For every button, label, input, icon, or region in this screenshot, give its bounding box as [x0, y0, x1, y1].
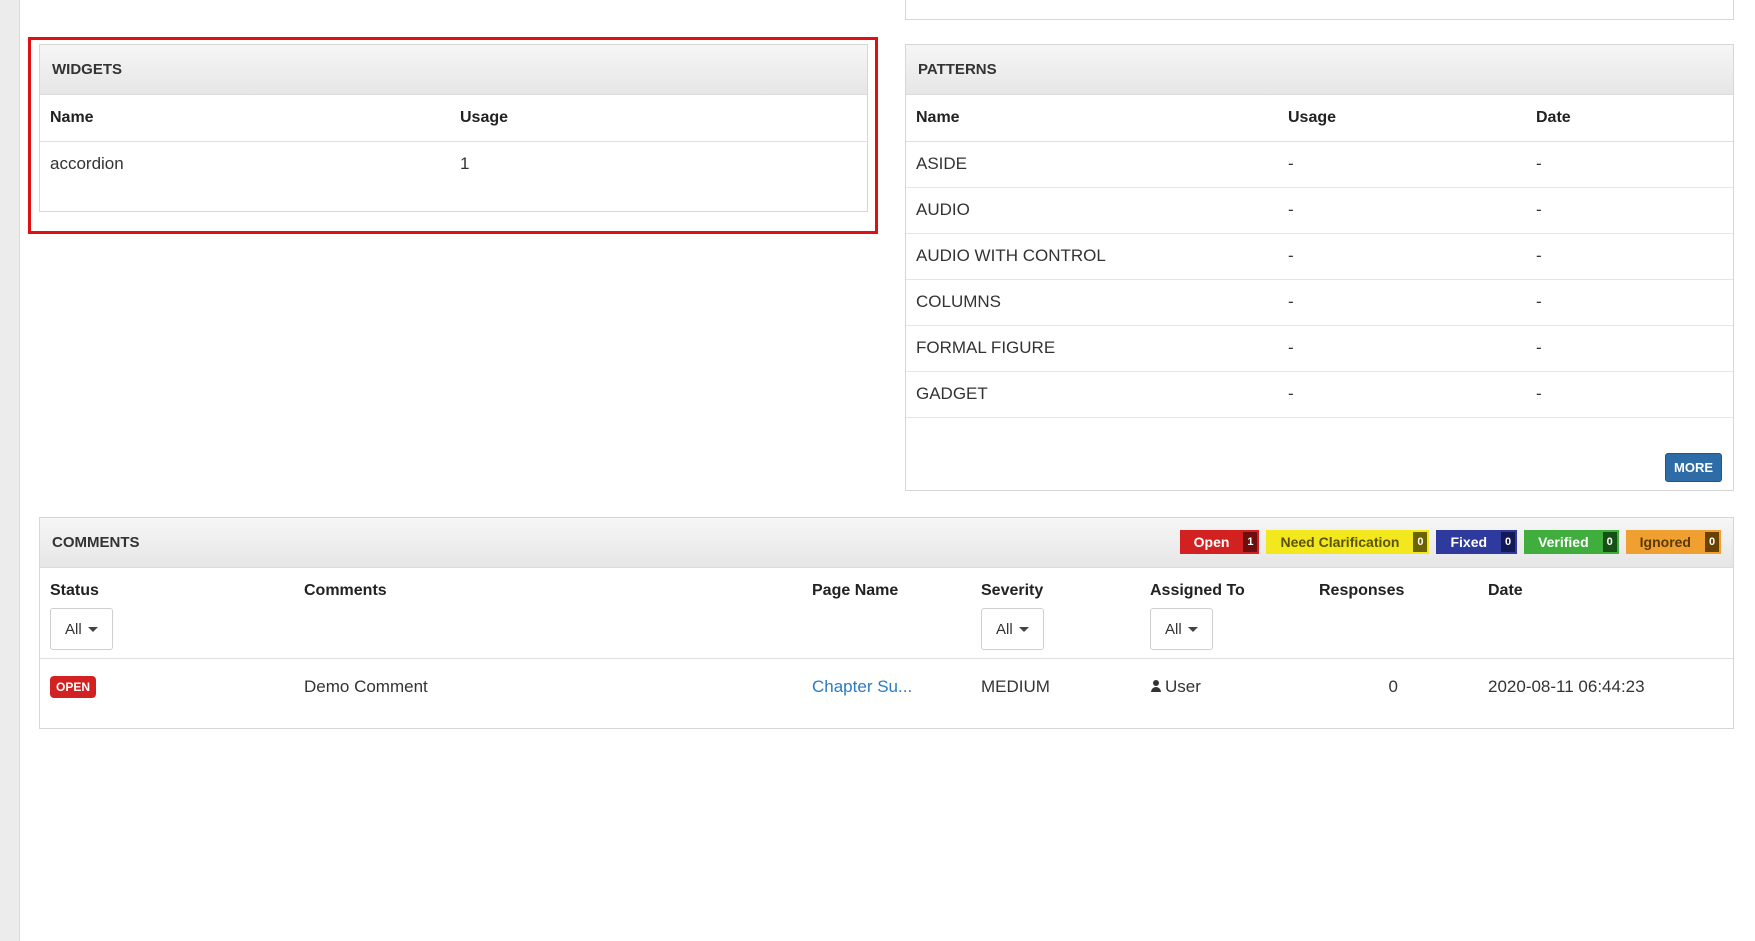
column-header-date: Date	[1526, 95, 1733, 142]
legend-count: 0	[1413, 532, 1428, 552]
pattern-date: -	[1526, 279, 1733, 326]
column-header-usage: Usage	[1278, 95, 1526, 142]
legend-verified[interactable]: Verified 0	[1524, 530, 1619, 554]
pattern-usage: -	[1278, 233, 1526, 280]
pattern-name: GADGET	[906, 371, 1278, 418]
severity-filter-value: All	[996, 620, 1013, 638]
legend-ignored[interactable]: Ignored 0	[1625, 530, 1721, 554]
column-header-responses: Responses	[1309, 568, 1478, 659]
legend-label: Open	[1193, 534, 1230, 550]
column-header-assigned-to: Assigned To All	[1140, 568, 1309, 659]
patterns-panel-title: PATTERNS	[906, 45, 1733, 95]
severity-header-label: Severity	[981, 582, 1044, 599]
assigned-to-cell: User	[1140, 658, 1309, 716]
legend-count: 0	[1602, 532, 1617, 552]
caret-down-icon	[1018, 626, 1029, 632]
comments-panel-header: COMMENTS Open 1 Need Clarification 0 Fix…	[40, 518, 1733, 568]
legend-fixed[interactable]: Fixed 0	[1436, 530, 1518, 554]
pattern-name: FORMAL FIGURE	[906, 325, 1278, 372]
left-sidebar-strip	[0, 0, 20, 941]
status-badge[interactable]: OPEN	[50, 676, 97, 699]
page-name-link[interactable]: Chapter Su...	[812, 677, 912, 696]
selection-highlight-box	[28, 37, 878, 234]
column-header-name: Name	[906, 95, 1278, 142]
table-row[interactable]: GADGET - -	[906, 371, 1733, 418]
legend-need-clarification[interactable]: Need Clarification 0	[1266, 530, 1430, 554]
more-button[interactable]: MORE	[1665, 453, 1722, 482]
page-name-cell: Chapter Su...	[802, 658, 971, 716]
caret-down-icon	[1187, 626, 1198, 632]
pattern-date: -	[1526, 233, 1733, 280]
legend-label: Fixed	[1450, 534, 1488, 550]
patterns-panel: PATTERNS Name Usage Date ASIDE - - AUDIO…	[905, 44, 1734, 491]
assigned-to-filter-select[interactable]: All	[1150, 608, 1213, 650]
table-row[interactable]: FORMAL FIGURE - -	[906, 325, 1733, 372]
table-row[interactable]: AUDIO WITH CONTROL - -	[906, 233, 1733, 280]
pattern-usage: -	[1278, 371, 1526, 418]
pattern-date: -	[1526, 325, 1733, 372]
legend-count: 0	[1501, 532, 1516, 552]
table-row[interactable]: OPEN Demo Comment Chapter Su... MEDIUM U…	[40, 658, 1733, 716]
status-filter-select[interactable]: All	[50, 608, 113, 650]
pattern-date: -	[1526, 187, 1733, 234]
legend-label: Need Clarification	[1280, 534, 1400, 550]
comment-date: 2020-08-11 06:44:23	[1488, 677, 1645, 697]
caret-down-icon	[87, 626, 98, 632]
table-row[interactable]: AUDIO - -	[906, 187, 1733, 234]
legend-label: Ignored	[1639, 534, 1691, 550]
table-header-row: Name Usage Date	[906, 95, 1733, 142]
pattern-usage: -	[1278, 279, 1526, 326]
column-header-page-name: Page Name	[802, 568, 971, 659]
status-filter-value: All	[65, 620, 82, 638]
comment-text: Demo Comment	[304, 677, 428, 697]
status-legend: Open 1 Need Clarification 0 Fixed 0 Veri…	[1179, 530, 1721, 554]
patterns-table: Name Usage Date ASIDE - - AUDIO - - AUDI…	[906, 95, 1733, 418]
pattern-name: COLUMNS	[906, 279, 1278, 326]
legend-label: Verified	[1538, 534, 1589, 550]
pattern-usage: -	[1278, 325, 1526, 372]
column-header-comments: Comments	[294, 568, 802, 659]
status-cell: OPEN	[40, 658, 294, 716]
assigned-to-header-label: Assigned To	[1150, 582, 1245, 599]
pattern-usage: -	[1278, 187, 1526, 234]
legend-count: 1	[1243, 532, 1258, 552]
comments-panel-title: COMMENTS	[52, 534, 140, 551]
column-header-status: Status All	[40, 568, 294, 659]
table-row[interactable]: ASIDE - -	[906, 141, 1733, 188]
pattern-date: -	[1526, 141, 1733, 188]
assigned-to-filter-value: All	[1165, 620, 1182, 638]
previous-panel-bottom	[905, 0, 1734, 20]
severity-filter-select[interactable]: All	[981, 608, 1044, 650]
legend-count: 0	[1705, 532, 1719, 552]
comments-panel: COMMENTS Open 1 Need Clarification 0 Fix…	[39, 517, 1734, 729]
column-header-date: Date	[1478, 568, 1733, 659]
pattern-name: AUDIO WITH CONTROL	[906, 233, 1278, 280]
column-header-severity: Severity All	[971, 568, 1140, 659]
status-header-label: Status	[50, 582, 99, 599]
table-header-row: Status All Comments Page Name Severity A…	[40, 568, 1733, 659]
assigned-user: User	[1165, 677, 1201, 697]
legend-open[interactable]: Open 1	[1179, 530, 1260, 554]
pattern-date: -	[1526, 371, 1733, 418]
user-icon	[1150, 680, 1162, 693]
responses-count: 0	[1388, 677, 1398, 697]
severity-value: MEDIUM	[981, 677, 1050, 697]
pattern-usage: -	[1278, 141, 1526, 188]
comments-table: Status All Comments Page Name Severity A…	[40, 568, 1733, 716]
table-row[interactable]: COLUMNS - -	[906, 279, 1733, 326]
pattern-name: ASIDE	[906, 141, 1278, 188]
pattern-name: AUDIO	[906, 187, 1278, 234]
